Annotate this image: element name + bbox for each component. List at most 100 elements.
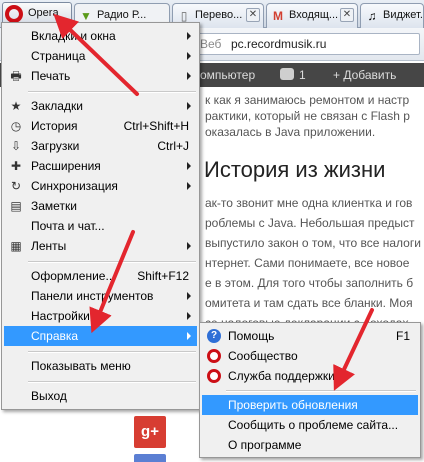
text-line: к как я занимаюсь ремонтом и настр <box>205 93 410 107</box>
text-line: е в этом. Для того чтобы заполнить б <box>205 276 414 290</box>
submenu-item-report-site[interactable]: Сообщить о проблеме сайта... <box>202 415 418 435</box>
menu-item-label: Закладки <box>31 99 83 113</box>
menu-item-bookmarks[interactable]: ★ Закладки <box>4 96 197 116</box>
opera-icon <box>207 369 221 383</box>
text-line: выпустило закон о том, что все налоги <box>205 236 421 250</box>
submenu-arrow-icon <box>187 162 191 170</box>
toolbar-add[interactable]: + Добавить <box>333 68 396 82</box>
opera-icon <box>207 349 221 363</box>
menu-item-history[interactable]: ◷ История Ctrl+Shift+H <box>4 116 197 136</box>
submenu-item-label: О программе <box>228 438 302 452</box>
submenu-arrow-icon <box>187 332 191 340</box>
menu-item-extensions[interactable]: ✚ Расширения <box>4 156 197 176</box>
article-heading: История из жизни <box>204 157 386 182</box>
menu-item-help[interactable]: Справка <box>4 326 197 346</box>
menu-item-label: Расширения <box>31 159 101 173</box>
puzzle-icon: ✚ <box>10 159 22 173</box>
tab-label: Входящ... <box>289 9 339 21</box>
text-line: роблемы с Java. Небольшая предыст <box>205 216 415 230</box>
menu-item-show-menu[interactable]: Показывать меню <box>4 356 197 376</box>
menu-item-toolbars[interactable]: Панели инструментов <box>4 286 197 306</box>
tab-widget[interactable]: ♫ Виджет... <box>360 3 424 28</box>
menu-item-label: Выход <box>31 389 67 403</box>
menu-item-label: Страница <box>31 49 86 63</box>
submenu-arrow-icon <box>187 182 191 190</box>
toolbar-comments-count[interactable]: 1 <box>299 68 306 82</box>
text-line: омитета и там сдать все бланки. Моя <box>205 296 413 310</box>
star-icon: ★ <box>10 99 22 113</box>
menu-separator <box>226 390 416 392</box>
menu-item-notes[interactable]: ▤ Заметки <box>4 196 197 216</box>
menu-separator <box>28 381 196 383</box>
text-line: оказалась в Java приложении. <box>205 125 376 139</box>
menu-item-label: Синхронизация <box>31 179 118 193</box>
music-note-icon: ♫ <box>367 9 377 23</box>
menu-item-label: История <box>31 119 78 133</box>
text-line: ак-то звонит мне одна клиентка и гов <box>205 196 413 210</box>
submenu-item-community[interactable]: Сообщество <box>202 346 418 366</box>
menu-item-exit[interactable]: Выход <box>4 386 197 406</box>
menu-item-label: Панели инструментов <box>31 289 154 303</box>
tab-inbox[interactable]: M Входящ... ✕ <box>266 3 358 28</box>
menu-item-label: Оформление... <box>31 269 116 283</box>
menu-item-page[interactable]: Страница <box>4 46 197 66</box>
menu-item-feeds[interactable]: ▦ Ленты <box>4 236 197 256</box>
submenu-item-label: Проверить обновления <box>228 398 358 412</box>
download-icon: ⇩ <box>10 139 22 153</box>
submenu-item-label: Сообщество <box>228 349 298 363</box>
address-field[interactable]: Веб pc.recordmusik.ru <box>196 33 420 55</box>
menu-item-shortcut: Ctrl+Shift+H <box>123 119 189 133</box>
menu-item-appearance[interactable]: Оформление... Shift+F12 <box>4 266 197 286</box>
menu-item-sync[interactable]: ↻ Синхронизация <box>4 176 197 196</box>
close-icon[interactable]: ✕ <box>340 8 354 22</box>
submenu-arrow-icon <box>187 72 191 80</box>
close-icon[interactable]: ✕ <box>246 8 260 22</box>
sync-icon: ↻ <box>10 179 22 193</box>
menu-separator <box>28 261 196 263</box>
toolbar-computer[interactable]: омпьютер <box>200 68 255 82</box>
tab-label: Радио Р... <box>97 9 147 21</box>
submenu-arrow-icon <box>187 242 191 250</box>
help-icon: ? <box>207 329 221 343</box>
text-line: рактики, который не связан с Flash р <box>205 109 410 123</box>
gmail-icon: M <box>273 9 283 23</box>
address-url[interactable]: pc.recordmusik.ru <box>231 37 326 51</box>
opera-menu-label: Opera <box>28 7 59 19</box>
google-plus-share-button[interactable]: g+ <box>134 416 166 448</box>
submenu-item-about[interactable]: О программе <box>202 435 418 455</box>
menu-separator <box>28 351 196 353</box>
clock-icon: ◷ <box>10 119 22 133</box>
menu-item-label: Справка <box>31 329 79 343</box>
menu-item-mail-chat[interactable]: Почта и чат... <box>4 216 197 236</box>
help-submenu: ? Помощь F1 Сообщество Служба поддержки … <box>199 322 421 458</box>
opera-main-menu: Вкладки и окна Страница 🖶 Печать ★ Закла… <box>1 22 200 410</box>
menu-item-label: Печать <box>31 69 71 83</box>
share-button[interactable] <box>134 454 166 462</box>
menu-item-label: Настройки <box>31 309 90 323</box>
comment-icon <box>280 68 294 80</box>
submenu-item-shortcut: F1 <box>395 329 410 343</box>
address-prefix: Веб <box>200 37 222 51</box>
menu-item-downloads[interactable]: ⇩ Загрузки Ctrl+J <box>4 136 197 156</box>
menu-item-tabs-windows[interactable]: Вкладки и окна <box>4 26 197 46</box>
menu-separator <box>28 91 196 93</box>
menu-item-print[interactable]: 🖶 Печать <box>4 66 197 86</box>
printer-icon: 🖶 <box>10 69 22 83</box>
tab-label: Виджет... <box>383 9 423 21</box>
submenu-arrow-icon <box>187 52 191 60</box>
menu-item-label: Почта и чат... <box>31 219 105 233</box>
menu-item-label: Загрузки <box>31 139 80 153</box>
rss-icon: ▦ <box>10 239 22 253</box>
menu-item-settings[interactable]: Настройки <box>4 306 197 326</box>
submenu-item-help[interactable]: ? Помощь F1 <box>202 326 418 346</box>
submenu-arrow-icon <box>187 292 191 300</box>
menu-item-shortcut: Shift+F12 <box>137 269 189 283</box>
radio-icon: ▼ <box>80 9 92 23</box>
submenu-item-support[interactable]: Служба поддержки <box>202 366 418 386</box>
submenu-arrow-icon <box>187 312 191 320</box>
submenu-item-label: Сообщить о проблеме сайта... <box>228 418 399 432</box>
submenu-item-check-updates[interactable]: Проверить обновления <box>202 395 418 415</box>
note-icon: ▤ <box>10 199 22 213</box>
text-line: нтернет. Сами понимаете, все новое <box>205 256 410 270</box>
menu-item-label: Показывать меню <box>31 359 131 373</box>
